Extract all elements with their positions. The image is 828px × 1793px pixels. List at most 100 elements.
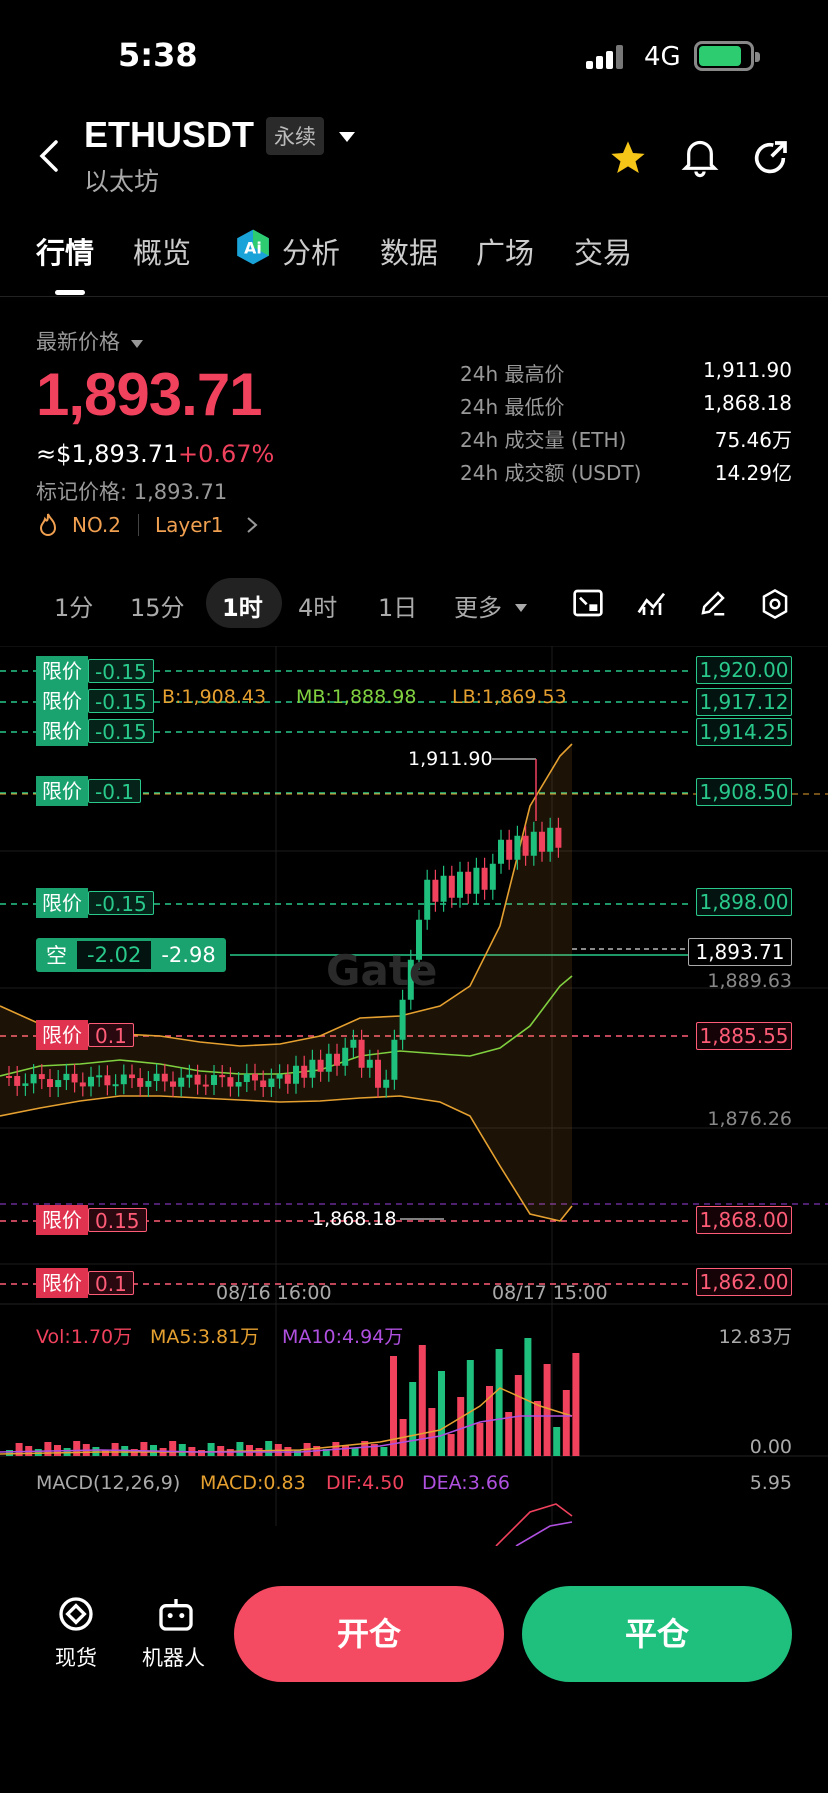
tab-market[interactable]: 行情 — [36, 230, 94, 272]
order-tag-limit[interactable]: 限价 0.1 — [36, 1020, 137, 1050]
candle-body — [481, 867, 488, 890]
volume-bar — [457, 1397, 465, 1456]
candle-body — [186, 1074, 193, 1078]
chevron-right-icon[interactable] — [246, 516, 258, 538]
stat-high-value: 1,911.90 — [702, 358, 792, 382]
tab-overview[interactable]: 概览 — [133, 230, 191, 272]
volume-bar — [409, 1382, 417, 1456]
order-tag-limit[interactable]: 限价 -0.15 — [36, 686, 157, 716]
macd-title: MACD(12,26,9) — [36, 1472, 181, 1494]
candle-body — [399, 999, 406, 1040]
candle-body — [514, 835, 521, 860]
volume-bar — [140, 1442, 148, 1456]
tf-more[interactable]: 更多 — [454, 588, 502, 623]
candle-body — [178, 1077, 185, 1087]
rank-badge[interactable]: NO.2 — [72, 513, 121, 537]
robot-icon[interactable] — [156, 1594, 196, 1638]
candle-body — [473, 867, 480, 894]
candle-body — [301, 1065, 308, 1078]
tab-trade[interactable]: 交易 — [574, 230, 632, 272]
tf-15m[interactable]: 15分 — [130, 588, 185, 623]
candle-body — [342, 1047, 349, 1066]
symbol-title[interactable]: ETHUSDT — [84, 114, 254, 156]
watermark-logo: Gate — [326, 946, 438, 995]
candle-body — [506, 839, 513, 860]
stat-volume-value: 75.46万 — [714, 428, 792, 452]
candle-body — [55, 1080, 62, 1088]
settings-hex-icon[interactable] — [760, 588, 790, 624]
macd-dif-line — [495, 1503, 573, 1546]
tf-1h[interactable]: 1时 — [222, 588, 263, 623]
tf-4h[interactable]: 4时 — [298, 588, 337, 623]
caret-down-icon[interactable] — [514, 598, 528, 617]
bell-icon[interactable] — [680, 136, 720, 182]
position-tag[interactable]: 空 -2.02 -2.98 — [36, 938, 226, 972]
category-tag[interactable]: Layer1 — [155, 513, 224, 537]
volume-bar — [476, 1423, 484, 1456]
status-time: 5:38 — [118, 36, 198, 74]
candle-body — [383, 1079, 390, 1088]
order-tag-limit[interactable]: 限价 0.1 — [36, 1268, 137, 1298]
volume-bar — [169, 1441, 177, 1456]
order-tag-limit[interactable]: 限价 -0.15 — [36, 888, 157, 918]
candle-body — [170, 1081, 176, 1087]
last-price: 1,893.71 — [36, 361, 263, 428]
boll-band-fill — [0, 744, 572, 1221]
candle-body — [555, 827, 562, 848]
candle-body — [293, 1065, 299, 1084]
tf-1m[interactable]: 1分 — [54, 588, 93, 623]
volume-bar — [6, 1450, 13, 1456]
order-tag-limit[interactable]: 限价 -0.1 — [36, 776, 144, 806]
chevron-down-icon[interactable] — [338, 128, 356, 147]
indicator-icon[interactable] — [636, 588, 668, 622]
candle-body — [30, 1074, 37, 1084]
candle-body — [325, 1053, 332, 1072]
order-price-tag: 1,862.00 — [696, 1268, 792, 1296]
share-icon[interactable] — [750, 138, 790, 182]
volume-bar — [380, 1447, 388, 1456]
draw-pen-icon[interactable] — [698, 588, 728, 622]
volume-bar — [495, 1349, 503, 1456]
candle-body — [219, 1075, 226, 1078]
time-label: 08/17 15:00 — [492, 1282, 608, 1304]
open-position-button[interactable]: 开仓 — [234, 1586, 504, 1682]
macd-dea-line — [515, 1521, 573, 1546]
candle-body — [260, 1080, 267, 1087]
volume-bar — [447, 1434, 455, 1456]
candle-body — [47, 1079, 53, 1088]
robot-label[interactable]: 机器人 — [142, 1642, 205, 1672]
volume-bar — [198, 1450, 205, 1456]
candle-body — [153, 1073, 160, 1082]
candle-body — [252, 1073, 258, 1081]
kline-chart[interactable]: B:1,908.43 MB:1,888.98 LB:1,869.53 1,911… — [0, 646, 828, 1546]
spot-label[interactable]: 现货 — [55, 1642, 97, 1672]
tab-data[interactable]: 数据 — [380, 230, 438, 272]
order-tag-limit[interactable]: 限价 0.15 — [36, 1205, 150, 1235]
volume-bar — [543, 1364, 551, 1456]
volume-bar — [572, 1353, 580, 1456]
boll-upper-label: B:1,908.43 — [162, 686, 267, 708]
star-icon[interactable] — [608, 138, 648, 182]
tf-1d[interactable]: 1日 — [378, 588, 417, 623]
position-side: 空 — [46, 944, 67, 968]
candle-body — [358, 1039, 365, 1068]
spot-icon[interactable] — [56, 1594, 96, 1638]
macd-max: 5.95 — [749, 1472, 792, 1494]
stat-turnover-value: 14.29亿 — [714, 461, 792, 485]
position-pnl: -2.02 — [77, 941, 152, 969]
position-size: -2.98 — [161, 943, 216, 967]
order-tag-limit[interactable]: 限价 -0.15 — [36, 716, 157, 746]
candle-body — [38, 1074, 45, 1080]
candle-body — [243, 1073, 250, 1083]
close-position-button[interactable]: 平仓 — [522, 1586, 792, 1682]
caret-down-icon[interactable] — [130, 334, 144, 353]
tab-analysis[interactable]: 分析 — [282, 230, 340, 272]
back-icon[interactable] — [36, 138, 62, 174]
order-tag-limit[interactable]: 限价 -0.15 — [36, 656, 157, 686]
tab-square[interactable]: 广场 — [476, 230, 534, 272]
symbol-subtitle: 以太坊 — [84, 167, 160, 196]
axis-price-label: 1,876.26 — [707, 1108, 792, 1130]
chart-expand-icon[interactable] — [572, 588, 604, 622]
latest-price-label[interactable]: 最新价格 — [36, 326, 120, 356]
candle-body — [235, 1082, 242, 1087]
